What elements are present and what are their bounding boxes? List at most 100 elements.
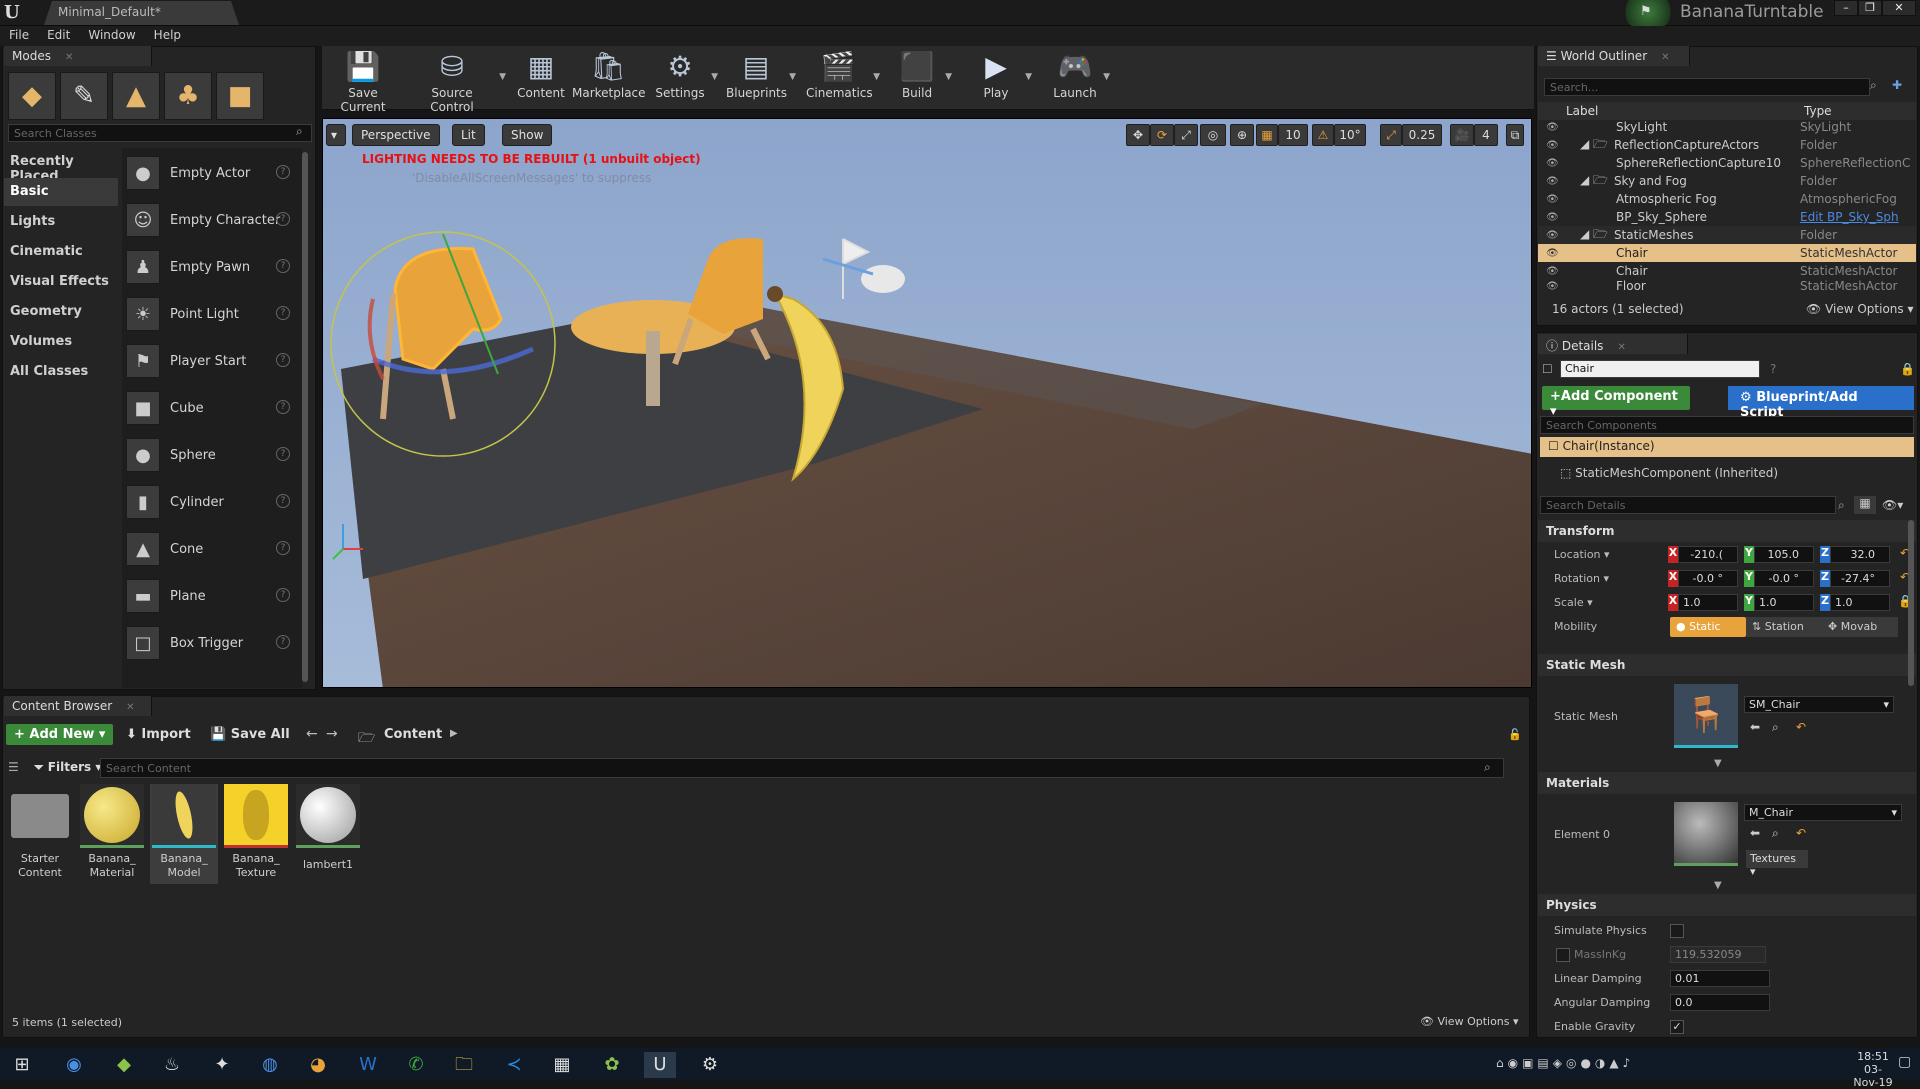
unreal-taskbar-icon[interactable]: U: [644, 1052, 676, 1078]
category-basic[interactable]: Basic: [4, 178, 118, 206]
outliner-view-options[interactable]: 👁 View Options ▾: [1806, 302, 1914, 316]
place-cylinder[interactable]: ▮ Cylinder?: [126, 479, 296, 525]
notification-icon[interactable]: ▢: [1898, 1054, 1911, 1070]
place-empty-pawn[interactable]: ♟ Empty Pawn?: [126, 244, 296, 290]
eye-icon[interactable]: 👁: [1546, 158, 1560, 169]
use-selected-icon[interactable]: ⬅: [1750, 826, 1760, 840]
outliner-row[interactable]: 👁 ◢ 🗁 Sky and Fog Folder: [1538, 172, 1916, 190]
landscape-mode-icon[interactable]: ▲: [112, 72, 160, 120]
geometry-mode-icon[interactable]: ■: [216, 72, 264, 120]
filters-button[interactable]: ⏷ Filters ▾: [34, 760, 101, 775]
scale-x-field[interactable]: 1.0: [1678, 594, 1738, 611]
rotation-label[interactable]: Rotation ▾: [1554, 572, 1609, 585]
sources-toggle-icon[interactable]: ☰: [8, 760, 19, 774]
location-label[interactable]: Location ▾: [1554, 548, 1610, 561]
dropdown-icon[interactable]: ▼: [873, 72, 880, 82]
eye-icon[interactable]: 👁: [1546, 176, 1560, 187]
help-icon[interactable]: ?: [1770, 362, 1776, 376]
mobility-stationary-button[interactable]: ⇅ Station: [1746, 617, 1822, 637]
grid-view-icon[interactable]: ▦: [1854, 496, 1876, 514]
help-icon[interactable]: ?: [276, 165, 290, 179]
eye-icon[interactable]: 👁▾: [1882, 498, 1903, 512]
asset-banana-material[interactable]: Banana_ Material: [78, 784, 146, 884]
dropdown-icon[interactable]: ▼: [711, 72, 718, 82]
search-details-input[interactable]: Search Details: [1540, 496, 1836, 514]
menu-edit[interactable]: Edit: [38, 26, 79, 46]
whatsapp-icon[interactable]: ✆: [400, 1052, 432, 1078]
dropdown-icon[interactable]: ▼: [1025, 72, 1032, 82]
menu-help[interactable]: Help: [145, 26, 190, 46]
textures-dropdown[interactable]: Textures ▾: [1746, 850, 1808, 878]
location-y-field[interactable]: 105.0: [1754, 546, 1814, 563]
view-options-button[interactable]: 👁 View Options ▾: [1420, 1015, 1519, 1028]
label-column-header[interactable]: Label: [1566, 104, 1598, 118]
placeable-scrollbar[interactable]: [302, 152, 308, 682]
import-button[interactable]: ⬇ Import: [126, 727, 191, 742]
category-all-classes[interactable]: All Classes: [4, 358, 118, 386]
mass-override-checkbox[interactable]: [1556, 948, 1570, 962]
dropdown-icon[interactable]: ▼: [1103, 72, 1110, 82]
type-column-header[interactable]: Type: [1804, 104, 1832, 118]
eye-icon[interactable]: 👁: [1546, 140, 1560, 151]
chair-thumbnail-icon[interactable]: 🪑: [1674, 684, 1738, 748]
browse-icon[interactable]: ⌕: [1772, 826, 1779, 841]
help-icon[interactable]: ?: [276, 259, 290, 273]
help-icon[interactable]: ?: [276, 635, 290, 649]
asset-starter-content[interactable]: Starter Content: [6, 784, 74, 884]
category-lights[interactable]: Lights: [4, 208, 118, 236]
scale-z-field[interactable]: 1.0: [1830, 594, 1890, 611]
outliner-row[interactable]: 👁 Atmospheric Fog AtmosphericFog: [1538, 190, 1916, 208]
close-button[interactable]: ✕: [1882, 0, 1916, 16]
lit-button[interactable]: Lit: [452, 124, 485, 146]
rotation-z-field[interactable]: -27.4°: [1830, 570, 1890, 587]
scale-snap-icon[interactable]: ⤢: [1380, 124, 1402, 146]
location-x-field[interactable]: -210.(: [1678, 546, 1738, 563]
browse-icon[interactable]: ⌕: [1772, 720, 1779, 735]
rotation-snap-icon[interactable]: ⚠: [1312, 124, 1334, 146]
help-icon[interactable]: ?: [276, 306, 290, 320]
place-player-start[interactable]: ⚑ Player Start?: [126, 338, 296, 384]
help-icon[interactable]: ?: [276, 447, 290, 461]
reset-icon[interactable]: ↶: [1796, 720, 1806, 734]
lock-icon[interactable]: 🔒: [1900, 362, 1915, 376]
actor-name-field[interactable]: Chair: [1560, 360, 1760, 378]
add-component-button[interactable]: +Add Component ▾: [1542, 386, 1690, 419]
category-recently-placed[interactable]: Recently Placed: [4, 148, 118, 184]
details-tab[interactable]: ⓘ Details ✕: [1538, 334, 1688, 354]
eye-icon[interactable]: 👁: [1546, 248, 1560, 259]
content-path-button[interactable]: Content: [384, 727, 442, 742]
material-thumbnail-icon[interactable]: [1674, 802, 1738, 866]
location-z-field[interactable]: 32.0: [1830, 546, 1890, 563]
dropdown-icon[interactable]: ▼: [499, 72, 506, 82]
lock-icon[interactable]: 🔓: [1508, 728, 1522, 741]
place-mode-icon[interactable]: ◆: [8, 72, 56, 120]
back-icon[interactable]: ←: [306, 726, 318, 742]
world-space-icon[interactable]: ◎: [1200, 124, 1226, 146]
content-browser-tab[interactable]: Content Browser ✕: [4, 696, 152, 716]
app-icon[interactable]: ⚙: [694, 1052, 726, 1078]
outliner-row[interactable]: 👁 Chair StaticMeshActor: [1538, 262, 1916, 280]
edit-blueprint-link[interactable]: Edit BP_Sky_Sph: [1800, 210, 1899, 224]
outliner-row[interactable]: 👁 BP_Sky_Sphere Edit BP_Sky_Sph: [1538, 208, 1916, 226]
grid-snap-value[interactable]: 10: [1278, 124, 1308, 146]
app-icon[interactable]: ✿: [596, 1052, 628, 1078]
scale-y-field[interactable]: 1.0: [1754, 594, 1814, 611]
menu-window[interactable]: Window: [79, 26, 144, 46]
place-sphere[interactable]: ● Sphere?: [126, 432, 296, 478]
help-icon[interactable]: ?: [276, 494, 290, 508]
place-point-light[interactable]: ☀ Point Light?: [126, 291, 296, 337]
system-tray[interactable]: ⌂◉▣▤◈◎●◑▲♪: [1496, 1056, 1634, 1070]
help-icon[interactable]: ?: [276, 588, 290, 602]
rotation-snap-value[interactable]: 10°: [1334, 124, 1366, 146]
rotation-y-field[interactable]: -0.0 °: [1754, 570, 1814, 587]
close-icon[interactable]: ✕: [1617, 342, 1625, 353]
place-box-trigger[interactable]: □ Box Trigger?: [126, 620, 296, 666]
app-icon[interactable]: ◆: [108, 1052, 140, 1078]
linear-damping-field[interactable]: 0.01: [1670, 970, 1770, 987]
level-viewport[interactable]: [322, 118, 1532, 688]
outliner-search-input[interactable]: Search...: [1544, 78, 1870, 96]
perspective-button[interactable]: Perspective: [352, 124, 440, 146]
obs-icon[interactable]: ◍: [254, 1052, 286, 1078]
angular-damping-field[interactable]: 0.0: [1670, 994, 1770, 1011]
material-dropdown[interactable]: M_Chair ▾: [1744, 804, 1902, 821]
